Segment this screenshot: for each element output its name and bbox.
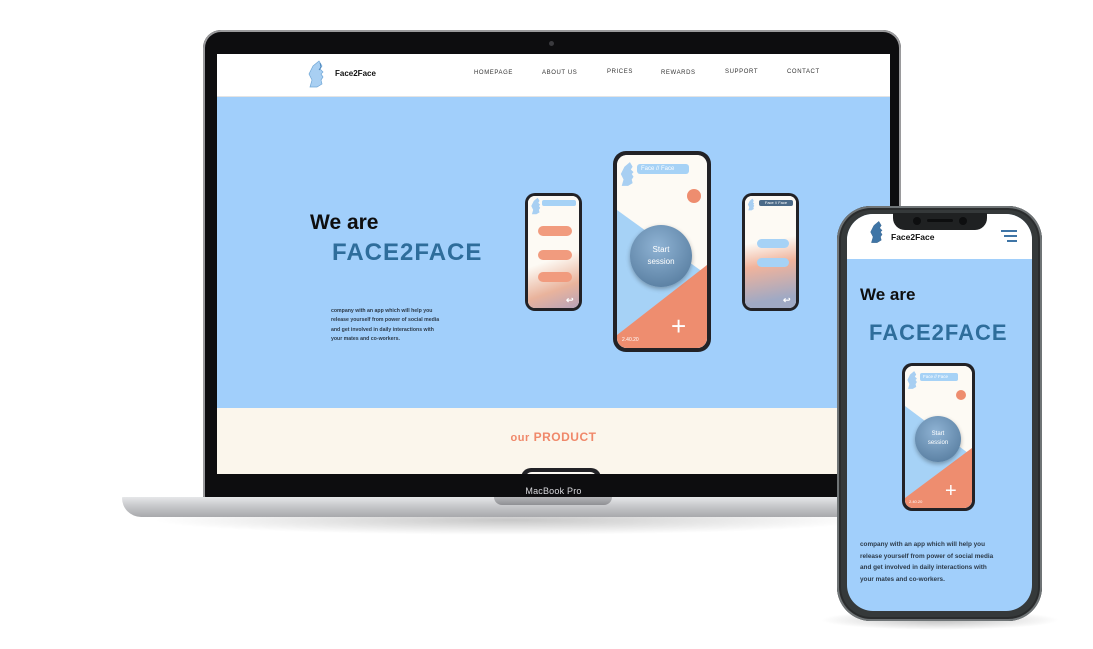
hero-description-line: and get involved in daily interactions w… [331,326,434,333]
phone-brand-name[interactable]: Face2Face [891,232,934,242]
profile-icon [956,390,966,400]
add-icon: + [945,480,957,502]
site-brand-name[interactable]: Face2Face [335,69,376,78]
start-session-line: session [927,440,949,446]
add-icon: + [671,311,687,341]
left-app-option-3 [538,272,572,282]
phone-description-line: company with an app which will help you [860,541,985,548]
hamburger-menu-icon[interactable] [1001,230,1017,242]
phone-description-line: your mates and co-workers. [860,575,945,583]
phone-app-mockup: Face // Face Start session + 2.40.20 [902,363,975,511]
right-app-header: Face // Face [759,200,793,206]
start-session-line: Start [931,431,945,437]
left-app-option-2 [538,250,572,260]
left-app-option-1 [538,226,572,236]
hero-description-line: your mates and co-workers. [331,336,400,343]
phone-sensor [959,217,967,225]
left-app-header-bar [542,200,576,206]
session-timer: 2.40.20 [909,499,923,504]
face-logo-icon[interactable] [307,60,329,88]
nav-rewards[interactable]: REWARDS [661,70,696,76]
right-app-option-2 [757,258,789,267]
hero-we-are: We are [310,211,379,234]
hero-description-line: release yourself from power of social me… [331,317,440,324]
right-app-option-1 [757,239,789,248]
left-app-screen: ↩ [528,196,579,308]
nav-about-us[interactable]: ABOUT US [542,70,577,76]
product-heading: our PRODUCT [217,430,890,444]
nav-support[interactable]: SUPPORT [725,69,758,75]
profile-icon [687,189,701,203]
left-app-mockup: ↩ [525,193,582,311]
right-app-screen: Face // Face ↩ [745,196,796,308]
back-arrow-icon: ↩ [783,295,791,305]
phone-notch [893,213,987,230]
phone-app-screen: Face // Face Start session + 2.40.20 [905,366,972,508]
center-app-screen: Face // Face Start session + 2.40.20 [617,155,707,348]
phone-description-line: release yourself from power of social me… [860,552,994,560]
nav-homepage[interactable]: HOMEPAGE [474,70,513,76]
laptop-camera [549,41,554,46]
phone-camera [913,217,921,225]
phone-description: company with an app which will help you … [860,539,993,585]
phone-speaker [927,219,953,222]
product-heading-prefix: our [510,432,530,444]
right-app-mockup: Face // Face ↩ [742,193,799,311]
center-app-header: Face // Face [637,164,689,174]
start-session-line: session [647,257,675,266]
hero-description-line: company with an app which will help you [331,308,433,314]
nav-contact[interactable]: CONTACT [787,69,820,75]
hero-description: company with an app which will help you … [331,307,439,345]
nav-prices[interactable]: PRICES [607,69,633,75]
product-section: our PRODUCT [217,408,890,474]
face-logo-icon [907,371,917,389]
site-navbar: Face2Face HOMEPAGE ABOUT US PRICES REWAR… [217,54,890,97]
face-logo-icon [620,162,634,186]
start-session-line: Start [652,245,670,254]
phone-hero-brand-title: FACE2FACE [869,320,1008,345]
phone-hero-we-are: We are [860,285,916,304]
laptop-screen: Face2Face HOMEPAGE ABOUT US PRICES REWAR… [217,54,890,474]
laptop-model-label: MacBook Pro [525,486,582,496]
back-arrow-icon: ↩ [566,295,574,305]
phone-app-header: Face // Face [920,373,958,381]
center-app-mockup: Face // Face Start session + 2.40.20 [613,151,711,352]
face-logo-icon [747,198,755,211]
laptop-notch [494,497,612,505]
face-logo-icon[interactable] [869,220,887,244]
phone-description-line: and get involved in daily interactions w… [860,564,987,571]
phone-screen: Face2Face We are FACE2FACE Face // Face … [847,214,1032,611]
product-heading-main: PRODUCT [533,430,597,444]
session-timer: 2.40.20 [622,337,639,343]
hero-brand-title: FACE2FACE [332,239,483,266]
